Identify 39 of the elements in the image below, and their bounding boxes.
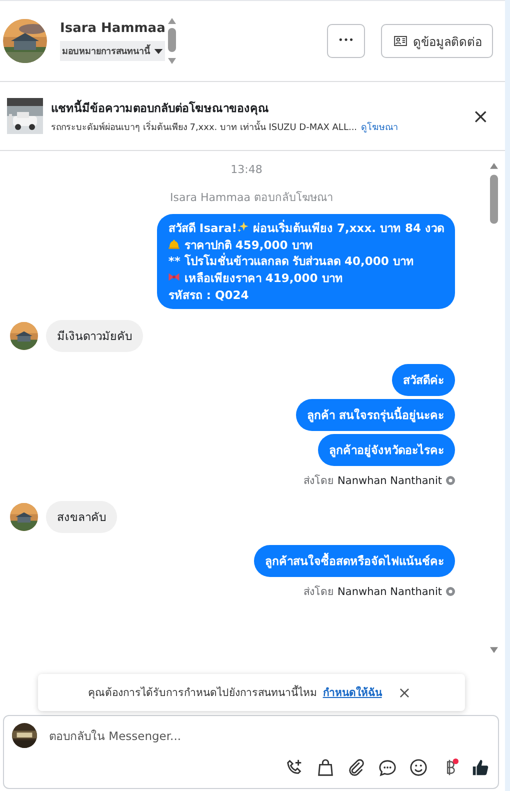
message-bubble: ลูกค้าสนใจซื้อสดหรือจัดไฟแน้นช์คะ	[254, 545, 455, 578]
attachment-icon[interactable]	[347, 758, 366, 777]
message-bubble: สวัสดีค่ะ	[392, 364, 455, 396]
id-card-icon	[394, 36, 407, 46]
message-bubble: สวัสดี Isara! ผ่อนเริ่มต้นเพียง 7,xxx. บาท 84 งวด ราคาปกติ 459,000 บาท ** โปรโมชั่นข้าวแลกลด รับส่วนลด 40,000 บาท เหลือเพียงราคา 419,000 บาท รหัสรถ : Q024	[157, 214, 455, 310]
bell-icon	[168, 238, 180, 250]
ad-title: แชทนี้มีข้อความตอบกลับต่อโฆษณาของคุณ	[51, 98, 270, 116]
view-ad-link[interactable]: ดูโฆษณา	[361, 120, 398, 134]
contact-info-button[interactable]: ดูข้อมูลติดต่อ	[381, 24, 493, 58]
assign-to-me-link[interactable]: กำหนดให้ฉัน	[322, 684, 382, 701]
sender-name: Nanwhan Nanthanit	[338, 586, 442, 598]
chat-bubble-icon[interactable]	[378, 758, 397, 777]
caret-icon	[154, 48, 163, 54]
message-bubble: มีเงินดาวมัยคับ	[46, 320, 143, 352]
close-button[interactable]: ×	[388, 683, 416, 702]
timestamp: 13:48	[230, 163, 262, 176]
contact-name: Isara Hammaa	[60, 21, 166, 36]
ad-description: รถกระบะดัมพ์ผ่อนเบาๆ เริ่มต้นเพียง 7,xxx. บาท เท่านั้น ISUZU D-MAX ALL...	[51, 120, 358, 134]
shopping-bag-icon[interactable]	[316, 758, 335, 777]
sent-by-label: ส่งโดย	[304, 584, 334, 600]
close-button[interactable]: ×	[464, 104, 497, 128]
thumbs-up-icon[interactable]	[471, 758, 490, 777]
message-bubble: ลูกค้าอยู่จังหวัดอะไรคะ	[318, 434, 455, 466]
more-button[interactable]: •••	[327, 24, 365, 58]
help-icon	[446, 476, 455, 486]
phone-add-icon[interactable]	[285, 758, 304, 777]
message-bubble: สงขลาคับ	[46, 501, 117, 534]
emoji-icon[interactable]	[409, 758, 428, 777]
scrollbar[interactable]	[489, 163, 499, 653]
sender-name: Nanwhan Nanthanit	[338, 474, 442, 487]
sparkles-icon	[236, 221, 249, 233]
message-bubble: ลูกค้า สนใจรถรุ่นนี้อยู่นะคะ	[296, 399, 455, 432]
help-icon	[446, 587, 455, 596]
toast-message: คุณต้องการได้รับการกำหนดไปยังการสนทนานี้ไหม	[88, 684, 317, 701]
scrollbar[interactable]	[167, 18, 178, 64]
sent-by-label: ส่งโดย	[304, 474, 334, 490]
reply-note: Isara Hammaa ตอบกลับโฆษณา	[170, 190, 333, 206]
assign-dropdown[interactable]: มอบหมายการสนทนานี้	[60, 41, 166, 61]
bow-icon	[168, 271, 180, 284]
